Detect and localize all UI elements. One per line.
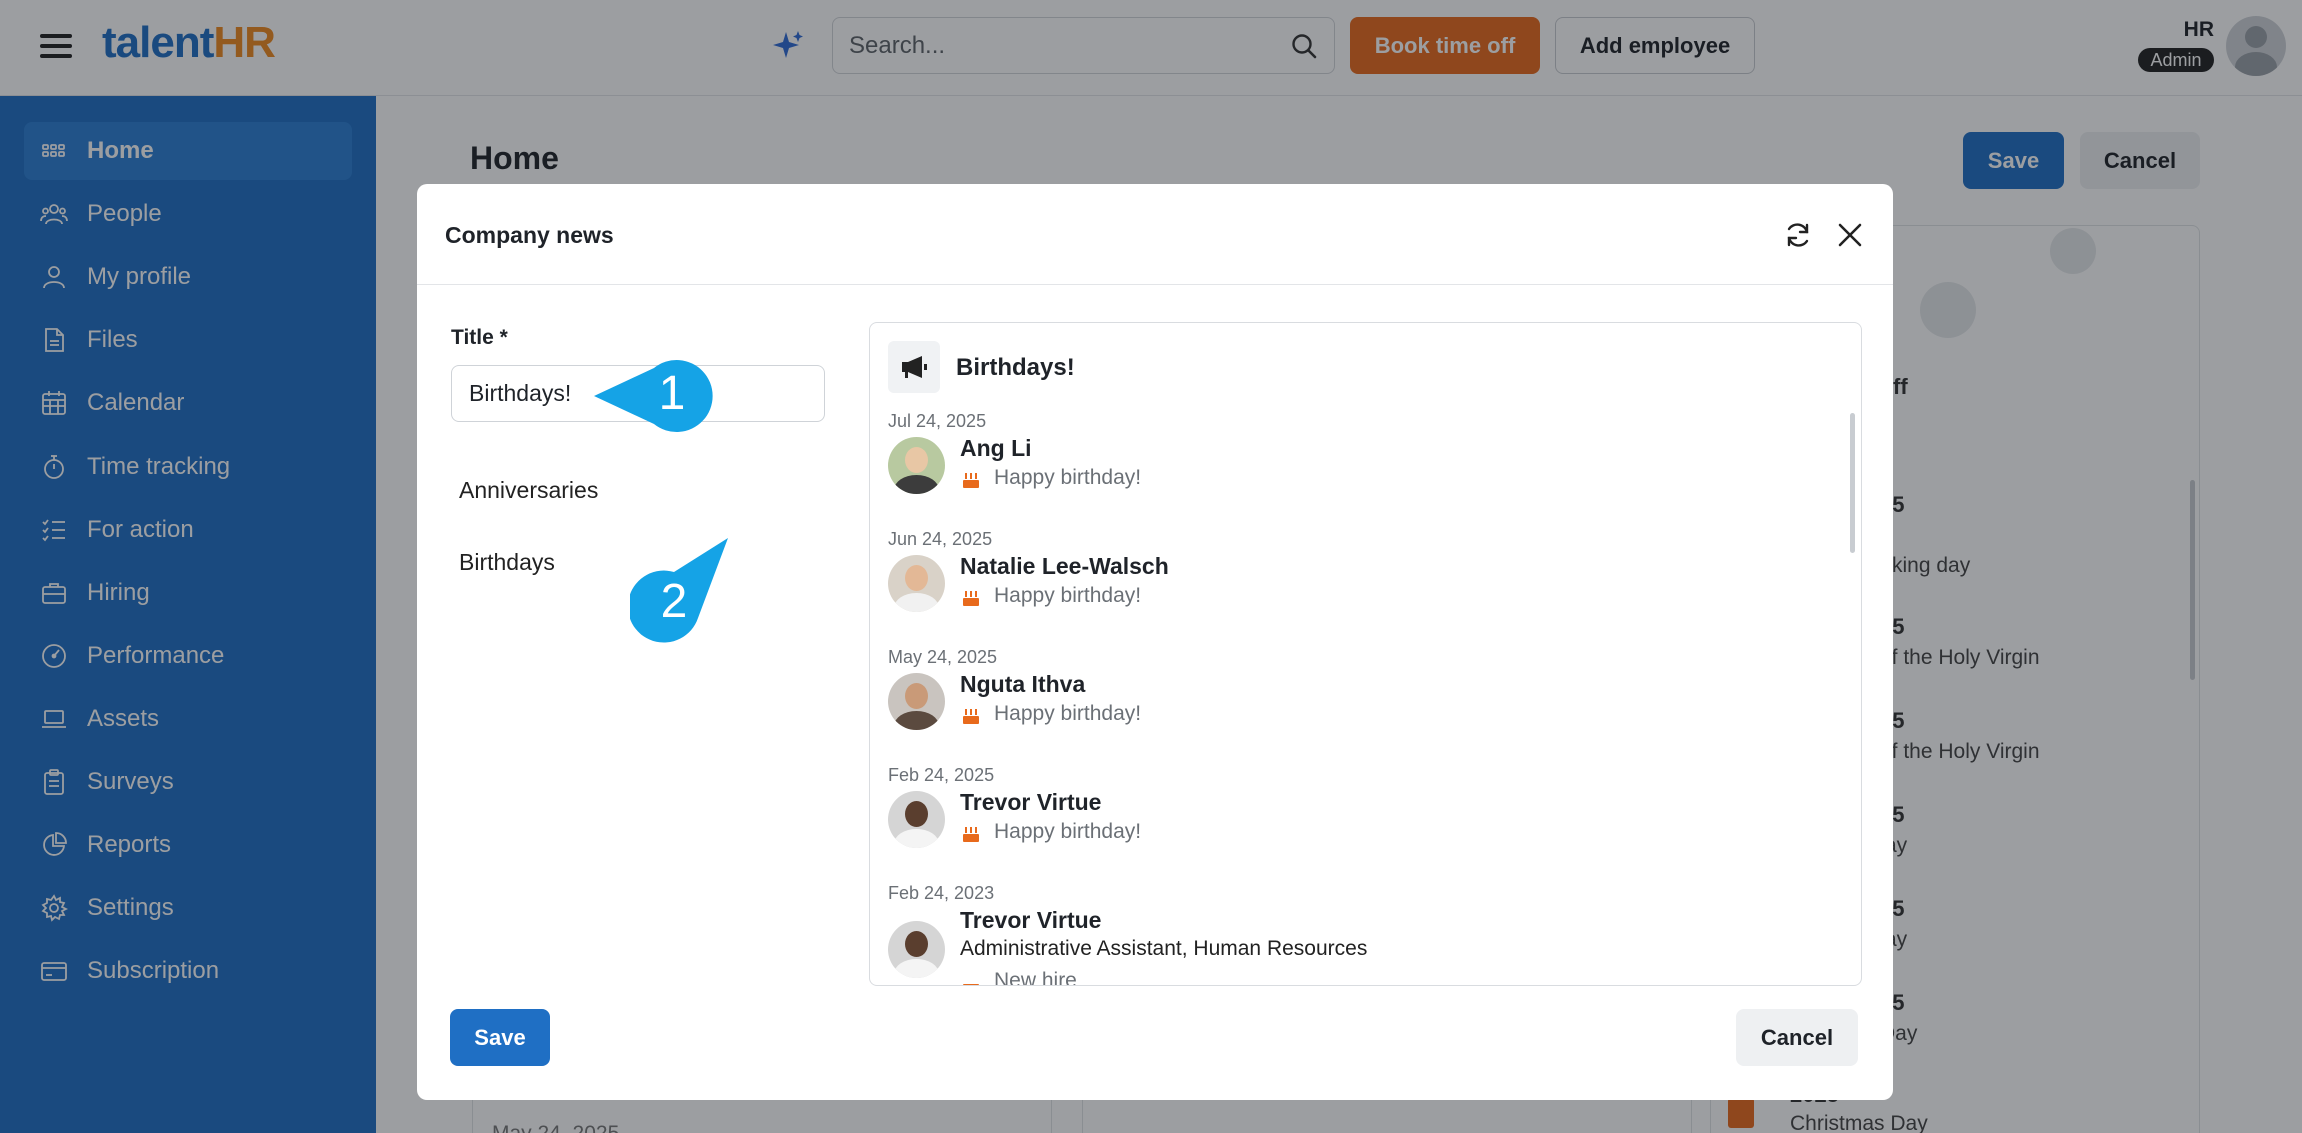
anniversaries-label: Anniversaries bbox=[459, 477, 599, 503]
employee-position: Administrative Assistant, Human Resource… bbox=[960, 937, 1368, 960]
cake-icon bbox=[963, 709, 979, 724]
entry-message: Happy birthday! bbox=[994, 820, 1142, 843]
cake-icon bbox=[963, 827, 979, 842]
news-entry: May 24, 2025 Nguta Ithva Happy birthday! bbox=[870, 647, 1830, 765]
employee-name: Ang Li bbox=[960, 435, 1032, 461]
entry-message: New hire bbox=[994, 969, 1077, 986]
employee-name: Trevor Virtue bbox=[960, 789, 1102, 815]
callout-number-2: 2 bbox=[660, 575, 688, 628]
news-entry: Jul 24, 2025 Ang Li Happy birthday! bbox=[870, 411, 1830, 529]
modal-save-button[interactable]: Save bbox=[450, 1009, 550, 1066]
employee-avatar bbox=[888, 791, 945, 848]
employee-avatar bbox=[888, 437, 945, 494]
refresh-icon[interactable] bbox=[1783, 220, 1813, 250]
news-entry: Jun 24, 2025 Natalie Lee-Walsch Happy bi… bbox=[870, 529, 1830, 647]
preview-title: Birthdays! bbox=[956, 354, 1075, 381]
employee-name: Nguta Ithva bbox=[960, 671, 1086, 697]
close-icon[interactable] bbox=[1835, 220, 1865, 250]
preview-scrollbar[interactable] bbox=[1850, 413, 1855, 553]
news-entry: Feb 24, 2023 Trevor Virtue Administrativ… bbox=[870, 883, 1830, 986]
entry-message: Happy birthday! bbox=[994, 702, 1142, 725]
title-field-label: Title * bbox=[451, 326, 508, 349]
news-preview[interactable]: Birthdays! Jul 24, 2025 Ang Li Happy bir… bbox=[869, 322, 1862, 986]
cake-icon bbox=[963, 591, 979, 606]
employee-avatar bbox=[888, 555, 945, 612]
modal-cancel-button[interactable]: Cancel bbox=[1736, 1009, 1858, 1066]
entry-message: Happy birthday! bbox=[994, 466, 1142, 489]
cake-icon bbox=[963, 473, 979, 488]
entry-date: Jun 24, 2025 bbox=[888, 529, 993, 549]
news-entry: Feb 24, 2025 Trevor Virtue Happy birthda… bbox=[870, 765, 1830, 883]
entry-date: Jul 24, 2025 bbox=[888, 411, 987, 431]
employee-avatar bbox=[888, 673, 945, 730]
employee-avatar bbox=[888, 921, 945, 978]
modal-header: Company news bbox=[417, 184, 1893, 285]
new-hire-icon bbox=[963, 984, 979, 985]
callout-number-1: 1 bbox=[658, 367, 686, 420]
entry-message: Happy birthday! bbox=[994, 584, 1142, 607]
employee-name: Trevor Virtue bbox=[960, 907, 1102, 933]
birthdays-label: Birthdays bbox=[459, 549, 555, 575]
employee-name: Natalie Lee-Walsch bbox=[960, 553, 1169, 579]
entry-date: Feb 24, 2023 bbox=[888, 883, 995, 903]
entry-date: May 24, 2025 bbox=[888, 647, 998, 667]
modal-title: Company news bbox=[445, 222, 614, 248]
megaphone-icon bbox=[888, 341, 940, 393]
entry-date: Feb 24, 2025 bbox=[888, 765, 995, 785]
